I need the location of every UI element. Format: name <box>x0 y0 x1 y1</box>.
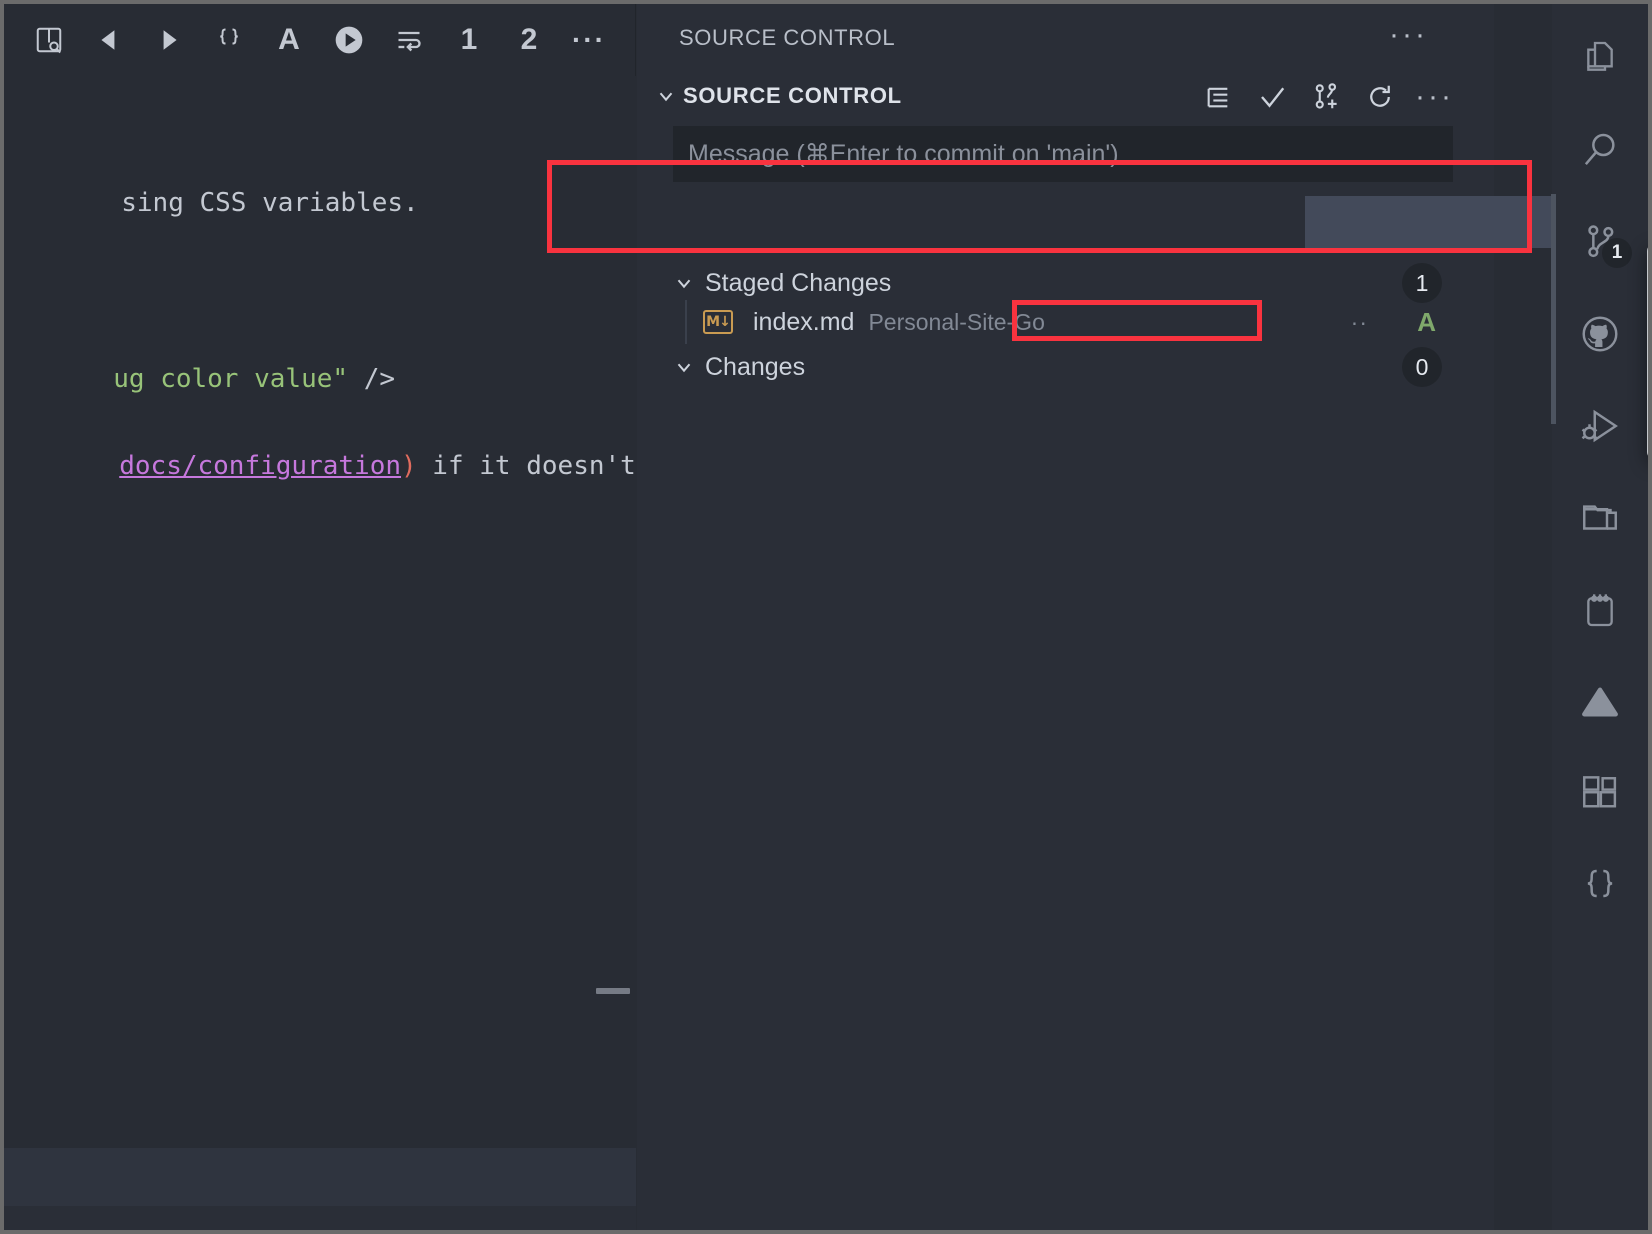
chevron-down-icon[interactable] <box>667 266 701 300</box>
section-title-label: SOURCE CONTROL <box>683 83 902 109</box>
run-play-icon[interactable] <box>329 20 369 60</box>
commit-check-icon[interactable] <box>1253 78 1291 116</box>
file-status-badge: A <box>1417 307 1436 338</box>
editor-bottom-panel <box>4 1148 636 1206</box>
scm-group-label: Changes <box>705 353 805 382</box>
editor-group-1-icon[interactable]: 1 <box>449 20 489 60</box>
activity-bar-item-braces[interactable] <box>1552 840 1648 932</box>
source-control-section-header[interactable]: SOURCE CONTROL <box>637 72 1494 120</box>
file-overflow-dots: ·· <box>1351 309 1368 336</box>
chevron-down-icon[interactable] <box>649 79 683 113</box>
create-branch-icon[interactable] <box>1307 78 1345 116</box>
more-actions-icon[interactable]: ··· <box>1415 92 1454 102</box>
scm-group-badge: 0 <box>1402 347 1442 387</box>
view-title-label: SOURCE CONTROL <box>679 25 895 51</box>
indent-guide <box>685 300 687 344</box>
braces-icon[interactable] <box>209 20 249 60</box>
markdown-file-icon: M↓ <box>703 310 733 334</box>
file-path-label: Personal-Site-Go <box>868 309 1044 336</box>
menu-item-commit-and-sync[interactable]: Commit & Sync <box>1647 336 1648 378</box>
code-token: if it doesn't <box>417 451 636 481</box>
editor-status-band <box>4 1206 636 1230</box>
activity-bar-item-run-and-debug[interactable] <box>1552 380 1648 472</box>
code-line: docs/configuration) if it doesn't <box>4 421 636 511</box>
navigate-forward-icon[interactable] <box>149 20 189 60</box>
source-control-pane: SOURCE CONTROL ··· SOURCE CONTROL <box>637 4 1494 1230</box>
navigate-back-icon[interactable] <box>89 20 129 60</box>
code-token: ) <box>401 451 417 481</box>
activity-bar-item-explorer[interactable] <box>1552 12 1648 104</box>
view-more-actions-icon[interactable]: ··· <box>1389 30 1428 40</box>
open-preview-to-the-side-icon[interactable] <box>29 20 69 60</box>
code-token: sing CSS variables. <box>121 188 418 218</box>
section-action-bar: ··· <box>1199 78 1454 116</box>
editor-toolbar: A 1 2 ··· <box>4 4 635 76</box>
code-link[interactable]: docs/configuration <box>119 451 401 481</box>
scm-group-changes[interactable]: Changes 0 <box>637 344 1494 390</box>
activity-bar-item-github[interactable] <box>1552 288 1648 380</box>
scm-resource-row[interactable]: M↓ index.md Personal-Site-Go ·· A <box>637 300 1494 344</box>
source-control-view-title: SOURCE CONTROL ··· <box>637 4 1494 72</box>
scm-group-badge: 1 <box>1402 263 1442 303</box>
view-as-tree-icon[interactable] <box>1199 78 1237 116</box>
file-name-label: index.md <box>753 308 854 337</box>
scm-group-label: Staged Changes <box>705 269 891 298</box>
more-actions-icon[interactable]: ··· <box>569 20 609 60</box>
sidebar-scrollbar[interactable] <box>1551 194 1556 424</box>
editor-text-area[interactable]: sing CSS variables. ug color value" /> d… <box>4 76 636 1230</box>
activity-bar: 1 <box>1552 4 1648 1230</box>
activity-bar-item-notebook[interactable] <box>1552 564 1648 656</box>
activity-bar-item-search[interactable] <box>1552 104 1648 196</box>
menu-item-commit[interactable]: Commit <box>1647 252 1648 294</box>
commit-dropdown-menu: Commit Commit & Push Commit & Sync Commi… <box>1647 244 1648 459</box>
activity-bar-item-remote-explorer[interactable] <box>1552 472 1648 564</box>
menu-item-commit-and-push[interactable]: Commit & Push <box>1647 294 1648 336</box>
activity-bar-item-extensions[interactable] <box>1552 748 1648 840</box>
chevron-down-icon[interactable] <box>667 350 701 384</box>
code-line: sing CSS variables. <box>4 158 419 248</box>
activity-bar-item-source-control[interactable]: 1 <box>1552 196 1648 288</box>
refresh-icon[interactable] <box>1361 78 1399 116</box>
minimap-slider[interactable] <box>596 988 630 994</box>
code-token: ug color value" <box>113 364 363 394</box>
activity-bar-item-vercel[interactable] <box>1552 656 1648 748</box>
source-control-badge: 1 <box>1602 238 1632 268</box>
vscode-window: A 1 2 ··· sing CSS variabl <box>4 4 1648 1230</box>
commit-message-input[interactable] <box>673 126 1453 182</box>
font-a-icon[interactable]: A <box>269 20 309 60</box>
toggle-word-wrap-icon[interactable] <box>389 20 429 60</box>
editor-group-2-icon[interactable]: 2 <box>509 20 549 60</box>
editor-pane: A 1 2 ··· sing CSS variabl <box>4 4 636 1230</box>
code-token: /> <box>364 364 395 394</box>
menu-item-commit-and-create-pull-request[interactable]: Commit & Create Pull Request <box>1647 397 1648 439</box>
code-line: ug color value" /> <box>4 334 395 424</box>
